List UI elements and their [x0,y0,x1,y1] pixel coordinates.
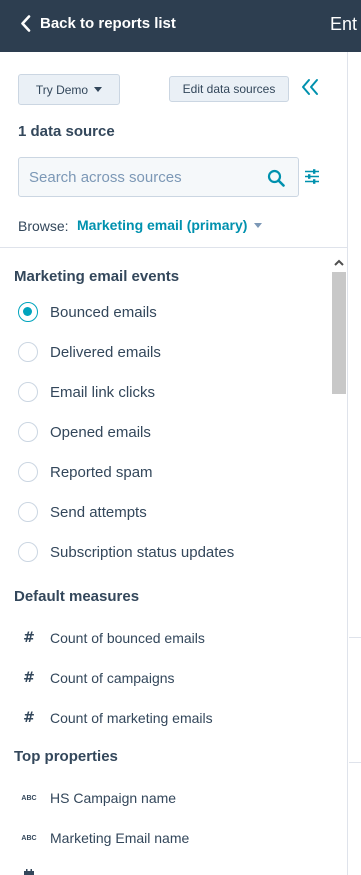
edit-data-sources-label: Edit data sources [182,82,276,96]
edit-data-sources-button[interactable]: Edit data sources [169,76,289,102]
search-icon[interactable] [267,169,285,187]
event-radio-delivered[interactable]: Delivered emails [18,340,161,364]
measure-label: Count of bounced emails [50,630,205,646]
measure-label: Count of campaigns [50,670,175,686]
measure-item-campaigns[interactable]: # Count of campaigns [20,667,175,689]
measure-label: Count of marketing emails [50,710,213,726]
calendar-icon [20,868,38,875]
top-navigation-bar: Back to reports list Ent [0,0,361,52]
search-input[interactable] [29,158,259,196]
section-title-events: Marketing email events [14,268,180,285]
measure-item-marketing-emails[interactable]: # Count of marketing emails [20,707,213,729]
browse-label: Browse: [18,218,69,234]
abc-text-icon: ABC [21,794,37,802]
property-item-partial[interactable] [20,866,38,875]
browse-selected-value: Marketing email (primary) [77,217,248,233]
event-radio-send-attempts[interactable]: Send attempts [18,500,147,524]
event-radio-bounced[interactable]: Bounced emails [18,300,157,324]
event-label: Email link clicks [50,383,156,401]
caret-down-icon [94,87,103,92]
property-item-email-name[interactable]: ABC Marketing Email name [20,827,189,849]
property-label: HS Campaign name [50,790,177,806]
event-radio-subscription[interactable]: Subscription status updates [18,540,234,564]
browse-source-dropdown[interactable]: Marketing email (primary) [77,217,263,233]
event-label: Opened emails [50,423,151,441]
event-radio-spam[interactable]: Reported spam [18,460,153,484]
section-title-measures: Default measures [14,588,140,605]
panel-divider [0,247,348,248]
radio-button[interactable] [18,382,38,402]
data-source-count: 1 data source [18,123,115,140]
event-label: Bounced emails [50,303,157,321]
hash-icon: # [23,670,35,686]
hash-icon: # [23,710,35,726]
event-label: Reported spam [50,463,153,481]
canvas-divider [349,762,361,763]
radio-button[interactable] [18,502,38,522]
chevron-left-icon [21,15,31,32]
sliders-icon[interactable] [304,168,320,185]
hash-icon: # [23,630,35,646]
page-title-partial: Ent [330,14,358,34]
property-item-campaign-name[interactable]: ABC HS Campaign name [20,787,176,809]
back-link-label: Back to reports list [40,15,176,32]
abc-text-icon: ABC [21,834,37,842]
try-demo-button[interactable]: Try Demo [18,74,120,105]
double-chevron-left-icon[interactable] [301,77,319,97]
scrollbar-thumb[interactable] [332,272,346,394]
event-label: Subscription status updates [50,543,235,561]
property-label: Marketing Email name [50,830,190,846]
search-field [18,157,299,197]
section-title-properties: Top properties [14,748,118,765]
back-to-reports-link[interactable]: Back to reports list [20,15,176,32]
scroll-up-arrow-icon[interactable] [333,258,345,268]
event-label: Delivered emails [50,343,161,361]
radio-button[interactable] [18,462,38,482]
canvas-divider [349,637,361,638]
radio-button-checked[interactable] [18,302,38,322]
caret-down-icon [254,222,263,228]
radio-button[interactable] [18,342,38,362]
report-canvas-edge [349,52,361,875]
event-label: Send attempts [50,503,147,521]
radio-button[interactable] [18,422,38,442]
radio-button[interactable] [18,542,38,562]
event-radio-opened[interactable]: Opened emails [18,420,151,444]
measure-item-bounced[interactable]: # Count of bounced emails [20,627,205,649]
try-demo-label: Try Demo [35,82,89,97]
event-radio-link-clicks[interactable]: Email link clicks [18,380,155,404]
